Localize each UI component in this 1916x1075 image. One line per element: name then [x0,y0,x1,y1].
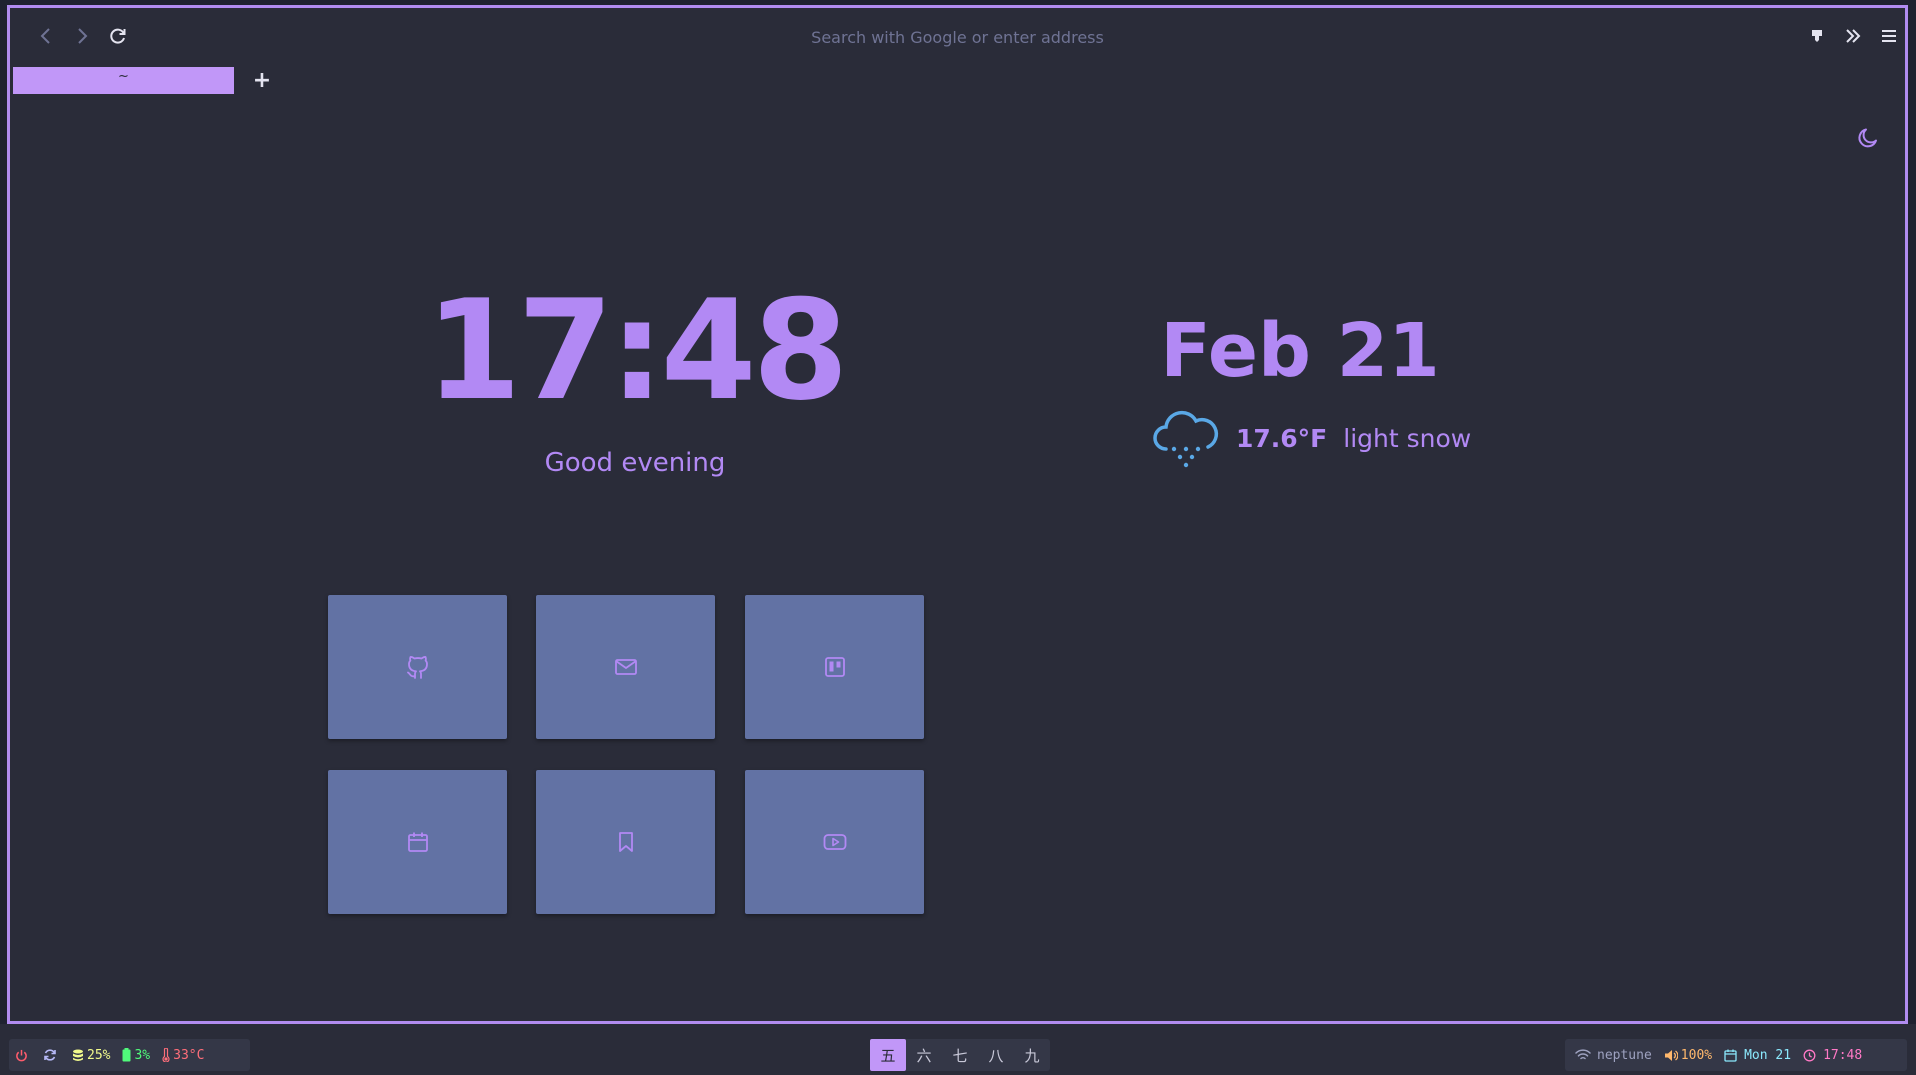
reload-button[interactable] [103,21,133,51]
network-name: neptune [1597,1047,1652,1063]
back-button[interactable] [31,21,61,51]
plus-icon: + [252,67,272,93]
power-icon [16,1049,27,1061]
date: Feb 21 [1160,308,1440,394]
power-button[interactable] [9,1049,37,1062]
battery-module: 3% [116,1048,156,1063]
youtube-icon [823,834,846,850]
shortcut-tile-calendar[interactable] [328,770,507,914]
status-date: Mon 21 [1744,1047,1792,1063]
browser-window: ~ + 17:48 Good evening Feb 21 17.6°F lig… [7,5,1908,1024]
bookmark-icon [618,832,633,852]
github-icon [406,656,428,679]
tab-title: ~ [118,69,129,84]
shortcut-tile-trello[interactable] [745,595,924,739]
trello-icon [824,657,845,677]
workspace-6[interactable]: 六 [906,1039,942,1071]
storage-value: 25% [87,1047,111,1063]
volume-value: 100% [1680,1047,1713,1063]
url-input[interactable] [210,27,1705,47]
system-modules-left: 25% 3% 33°C [9,1039,250,1071]
refresh-icon [44,1049,56,1061]
weather-condition: light snow [1343,423,1472,453]
status-time: 17:48 [1823,1047,1863,1063]
shortcut-tile-mail[interactable] [536,595,715,739]
tab-active[interactable]: ~ [13,67,234,94]
battery-value: 3% [134,1047,151,1063]
volume-icon [1664,1049,1678,1061]
new-tab-button[interactable]: + [250,67,274,93]
chevron-left-icon [40,28,50,44]
theme-toggle-button[interactable] [1853,123,1883,153]
shortcut-tile-bookmark[interactable] [536,770,715,914]
greeting: Good evening [544,448,726,478]
calendar-icon [407,832,428,852]
volume-module[interactable]: 100% [1658,1048,1718,1063]
workspace-5[interactable]: 五 [870,1039,906,1071]
clock: 17:48 [425,270,848,431]
network-module[interactable]: neptune [1565,1048,1658,1063]
workspace-9[interactable]: 九 [1014,1039,1050,1071]
cpu-temperature-module: 33°C [156,1048,210,1063]
database-icon [73,1049,83,1061]
calendar-icon [1724,1049,1737,1062]
workspace-8[interactable]: 八 [978,1039,1014,1071]
clock-icon [1803,1049,1816,1061]
shortcut-tile-github[interactable] [328,595,507,739]
battery-icon [122,1048,131,1062]
reload-icon [110,28,126,44]
moon-icon [1858,128,1877,148]
system-modules-right: neptune 100% Mon 21 17:48 [1565,1039,1907,1071]
hamburger-icon [1882,30,1896,42]
workspace-7[interactable]: 七 [942,1039,978,1071]
system-status-bar: 25% 3% 33°C 五 六 七 八 九 neptune 100% Mon 2… [0,1024,1916,1075]
browser-toolbar [10,8,1905,62]
storage-module: 25% [66,1048,116,1063]
forward-button[interactable] [67,21,97,51]
clock-module[interactable]: 17:48 [1797,1048,1868,1063]
overflow-menu-button[interactable] [1838,21,1868,51]
cpu-temperature-value: 33°C [173,1047,205,1063]
chevron-right-icon [78,28,88,44]
extension-button[interactable] [1802,21,1832,51]
weather-widget: 17.6°F light snow [1150,403,1471,473]
wifi-icon [1575,1049,1591,1060]
workspace-switcher: 五 六 七 八 九 [870,1039,1050,1071]
thermometer-icon [162,1048,170,1062]
extension-icon [1812,30,1822,42]
double-chevron-right-icon [1846,29,1861,43]
sync-button[interactable] [37,1048,66,1062]
shortcut-tile-youtube[interactable] [745,770,924,914]
weather-temperature: 17.6°F [1236,423,1328,453]
mail-icon [614,659,637,675]
url-bar[interactable] [210,22,1705,52]
date-module[interactable]: Mon 21 [1718,1048,1797,1063]
cloud-snow-icon [1153,410,1219,468]
app-menu-button[interactable] [1874,21,1904,51]
